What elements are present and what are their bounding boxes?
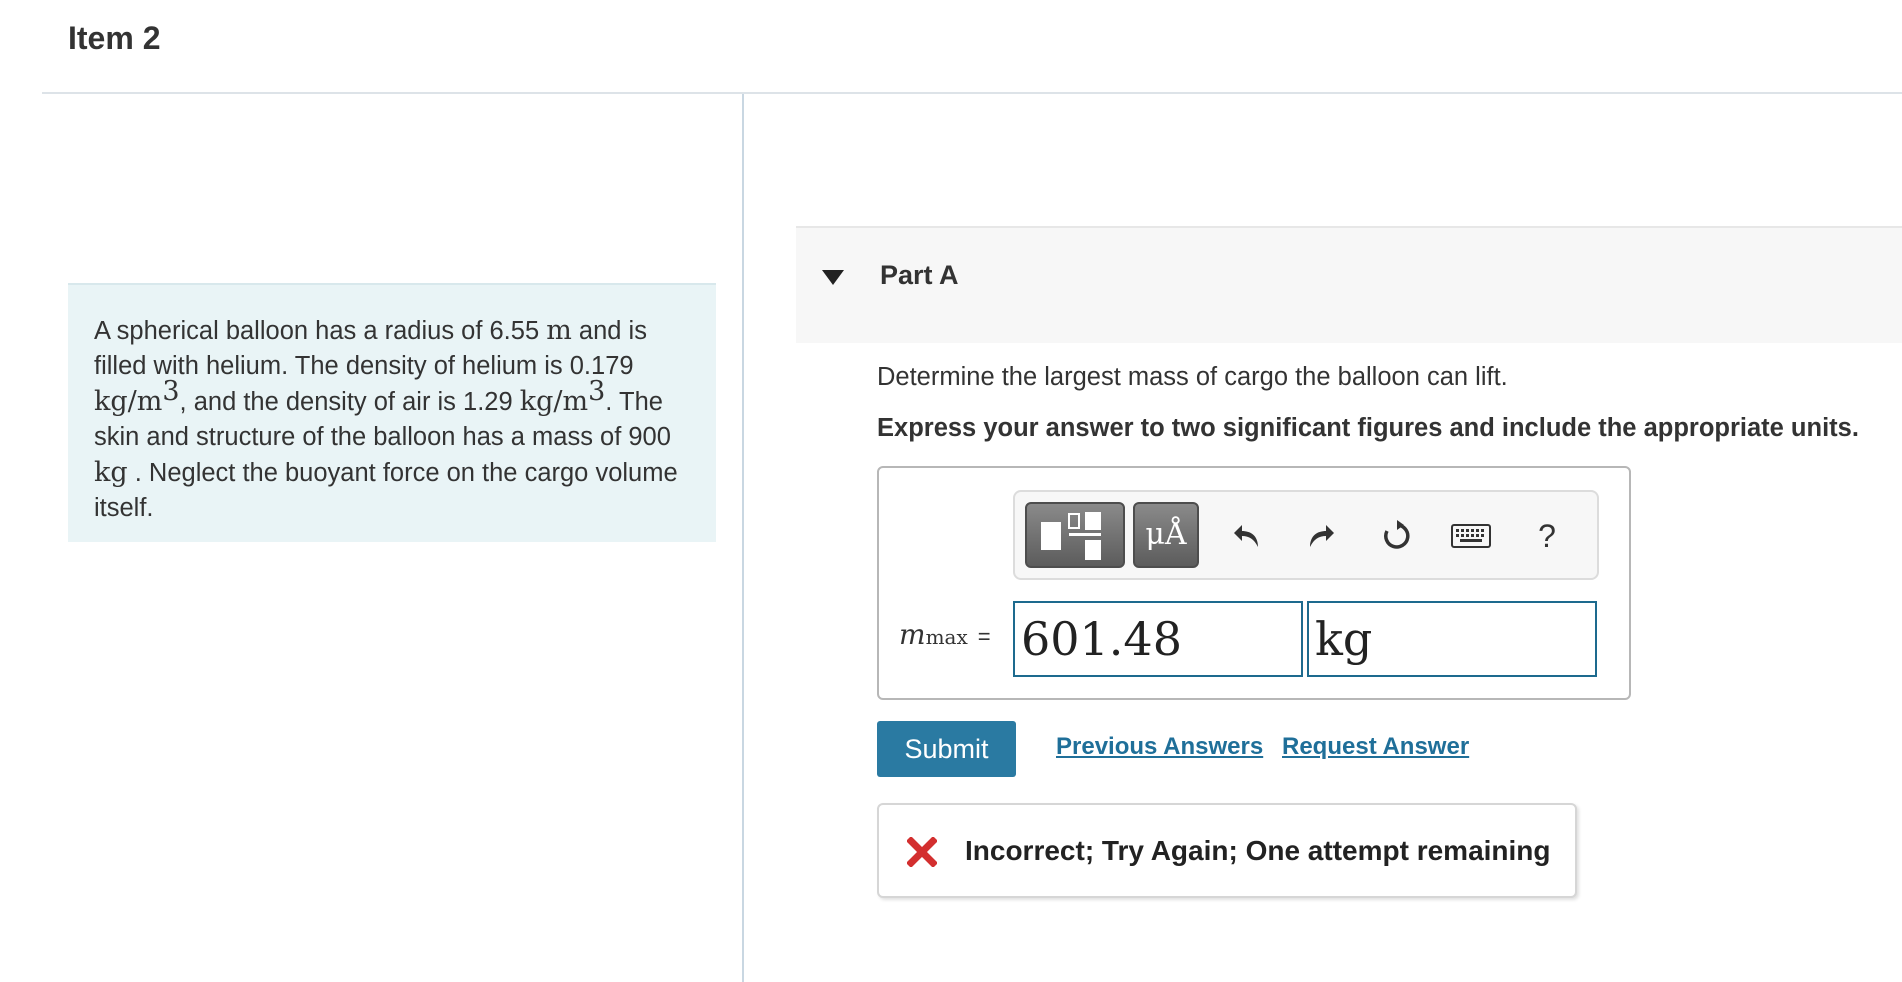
variable-symbol: m xyxy=(899,618,926,651)
problem-unit: kg/m xyxy=(519,386,589,417)
answer-variable-label: mmax = xyxy=(899,618,991,651)
math-toolbar: μÅ ? xyxy=(1013,490,1599,580)
feedback-message: Incorrect; Try Again; One attempt remain… xyxy=(965,835,1551,866)
redo-icon[interactable] xyxy=(1303,516,1339,556)
templates-icon xyxy=(1041,512,1101,560)
collapse-triangle-icon[interactable] xyxy=(822,270,844,285)
item-title: Item 2 xyxy=(68,20,161,56)
instruction-text: Express your answer to two significant f… xyxy=(877,414,1859,442)
x-icon xyxy=(907,837,937,867)
answer-value-input[interactable]: 601.48 xyxy=(1013,601,1303,677)
request-answer-link[interactable]: Request Answer xyxy=(1282,733,1469,761)
keyboard-icon[interactable] xyxy=(1449,516,1493,556)
problem-unit: kg xyxy=(94,457,128,488)
problem-text: A spherical balloon has a radius of 6.55 xyxy=(94,317,547,345)
units-button[interactable]: μÅ xyxy=(1133,502,1199,568)
problem-text: . Neglect the buoyant force on the cargo… xyxy=(94,459,678,522)
answer-units-input[interactable]: kg xyxy=(1307,601,1597,677)
problem-unit: m xyxy=(546,315,572,346)
help-icon[interactable]: ? xyxy=(1529,516,1565,556)
reset-icon[interactable] xyxy=(1379,516,1415,556)
part-title: Part A xyxy=(880,260,959,290)
answer-area: μÅ ? mmax = 601.48 kg xyxy=(877,466,1631,700)
equals-sign: = xyxy=(977,624,991,649)
previous-answers-link[interactable]: Previous Answers xyxy=(1056,733,1263,761)
column-divider xyxy=(742,94,744,982)
variable-subscript: max xyxy=(925,625,968,649)
header-divider xyxy=(42,92,1902,94)
problem-text: , and the density of air is 1.29 xyxy=(179,388,520,416)
feedback-box: Incorrect; Try Again; One attempt remain… xyxy=(877,803,1577,898)
templates-button[interactable] xyxy=(1025,502,1125,568)
question-text: Determine the largest mass of cargo the … xyxy=(877,363,1508,391)
undo-icon[interactable] xyxy=(1229,516,1265,556)
part-a-header[interactable]: Part A xyxy=(796,226,1902,343)
problem-unit: kg/m xyxy=(94,386,163,417)
problem-exponent: 3 xyxy=(588,375,606,407)
problem-exponent: 3 xyxy=(162,375,180,407)
problem-statement: A spherical balloon has a radius of 6.55… xyxy=(68,283,716,542)
submit-button[interactable]: Submit xyxy=(877,721,1016,777)
